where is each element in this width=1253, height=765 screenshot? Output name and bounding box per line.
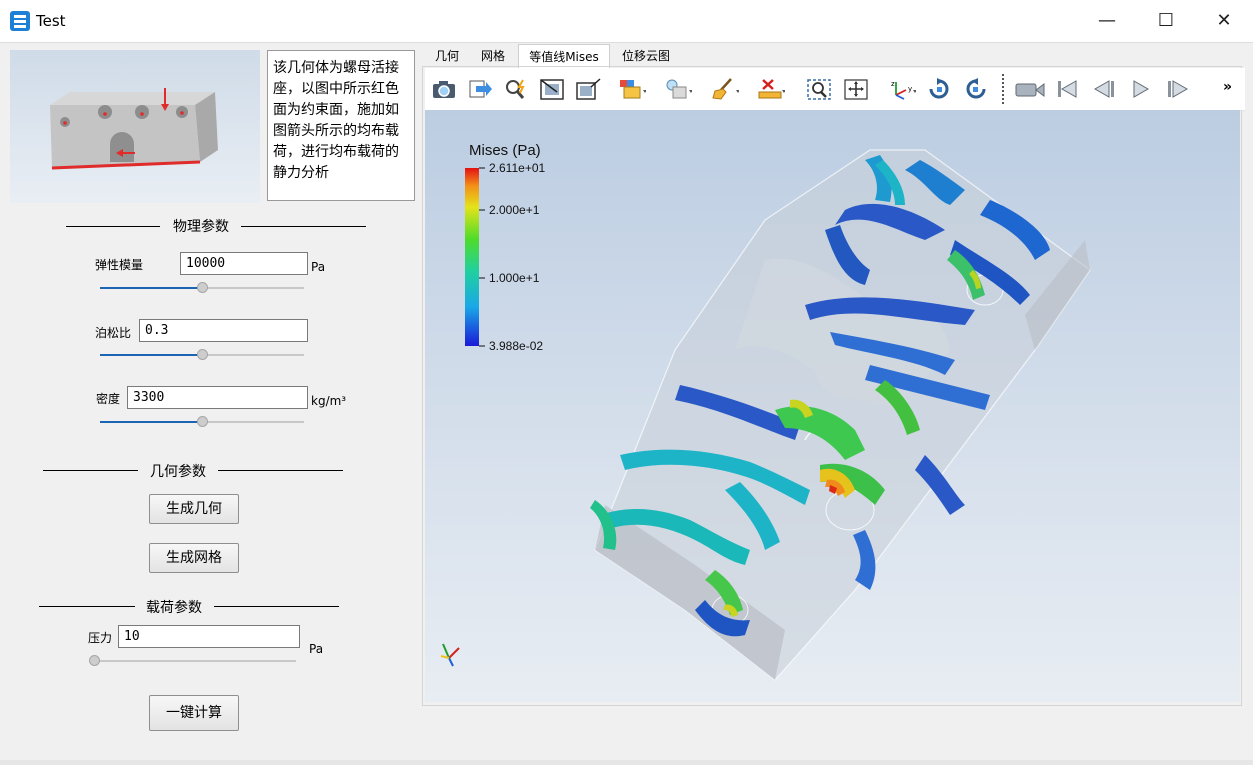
rotate-ccw-icon[interactable] (962, 76, 990, 102)
toolbar-separator (1002, 74, 1005, 104)
3d-viewport[interactable]: Mises (Pa) 2.611e+01 2.000e+1 1.000e+1 3… (425, 110, 1240, 702)
section-divider (218, 470, 343, 471)
zoom-fit-icon[interactable] (538, 76, 566, 102)
calculate-button[interactable]: 一键计算 (149, 695, 239, 731)
slider-handle[interactable] (197, 416, 208, 427)
first-frame-icon[interactable] (1053, 76, 1081, 102)
axes-icon[interactable]: zy (888, 76, 916, 102)
rotate-cw-icon[interactable] (925, 76, 953, 102)
section-divider (66, 226, 160, 227)
viewer-toolbar: zy » (425, 68, 1245, 111)
app-icon (10, 11, 30, 31)
svg-text:z: z (891, 80, 895, 88)
elastic-modulus-label: 弹性模量 (95, 258, 144, 272)
elastic-modulus-slider[interactable] (100, 282, 304, 293)
colorbar-max-label: 2.611e+01 (489, 161, 545, 175)
zoom-box-icon[interactable] (574, 76, 602, 102)
poisson-ratio-input[interactable]: 0.3 (139, 319, 308, 342)
load-section-title: 载荷参数 (146, 600, 202, 616)
orientation-axes-icon (440, 643, 460, 667)
elastic-modulus-unit: Pa (311, 260, 326, 274)
elastic-modulus-input[interactable]: 10000 (180, 252, 308, 275)
geometry-section-title: 几何参数 (150, 464, 206, 480)
geometry-preview-image (10, 50, 260, 203)
density-input[interactable]: 3300 (127, 386, 308, 409)
prev-frame-icon[interactable] (1090, 76, 1118, 102)
pressure-label: 压力 (88, 631, 113, 645)
close-button[interactable]: ✕ (1195, 0, 1253, 42)
video-icon[interactable] (1014, 76, 1046, 102)
tab-mesh[interactable]: 网格 (470, 44, 516, 68)
pan-icon[interactable] (842, 76, 870, 102)
light-icon[interactable] (664, 76, 692, 102)
slider-handle[interactable] (197, 349, 208, 360)
clear-icon[interactable] (711, 76, 739, 102)
export-icon[interactable] (466, 76, 494, 102)
section-divider (39, 606, 135, 607)
colorbar-gradient (465, 168, 479, 346)
colorbar-title: Mises (Pa) (469, 142, 541, 159)
svg-text:y: y (908, 85, 912, 93)
slider-handle[interactable] (89, 655, 100, 666)
title-bar: Test — ☐ ✕ (0, 0, 1253, 43)
tab-mises-contour[interactable]: 等值线Mises (518, 44, 610, 68)
next-frame-icon[interactable] (1127, 76, 1155, 102)
colorbar-min-label: 3.988e-02 (489, 339, 543, 353)
pressure-input[interactable]: 10 (118, 625, 300, 648)
display-mode-icon[interactable] (618, 76, 646, 102)
physics-section-title: 物理参数 (173, 219, 229, 235)
camera-icon[interactable] (430, 76, 458, 102)
section-divider (214, 606, 339, 607)
pressure-unit: Pa (309, 642, 324, 656)
section-divider (241, 226, 366, 227)
pick-icon[interactable] (502, 76, 530, 102)
pressure-slider[interactable] (89, 655, 296, 666)
generate-mesh-button[interactable]: 生成网格 (149, 543, 239, 573)
poisson-ratio-slider[interactable] (100, 349, 304, 360)
colorbar-tick-label: 2.000e+1 (489, 203, 540, 217)
section-divider (43, 470, 138, 471)
slider-handle[interactable] (197, 282, 208, 293)
tab-displacement[interactable]: 位移云图 (612, 44, 680, 68)
maximize-button[interactable]: ☐ (1137, 0, 1195, 42)
slider-fill (100, 354, 202, 356)
window-bottom-edge (0, 760, 1253, 765)
tab-geometry[interactable]: 几何 (425, 44, 469, 68)
density-slider[interactable] (100, 416, 304, 427)
last-frame-icon[interactable] (1164, 76, 1192, 102)
minimize-button[interactable]: — (1078, 0, 1136, 42)
density-label: 密度 (96, 392, 121, 406)
window-title: Test (36, 12, 66, 30)
measure-icon[interactable] (757, 76, 785, 102)
toolbar-overflow-icon[interactable]: » (1223, 79, 1232, 95)
poisson-ratio-label: 泊松比 (95, 326, 132, 340)
colorbar-tick-label: 1.000e+1 (489, 271, 540, 285)
density-unit: kg/m³ (311, 394, 347, 408)
description-text: 该几何体为螺母活接座，以图中所示红色面为约束面，施加如图箭头所示的均布载荷，进行… (267, 50, 415, 201)
slider-fill (100, 421, 202, 423)
zoom-select-icon[interactable] (805, 76, 833, 102)
slider-fill (100, 287, 202, 289)
stress-contour-render: Mises (Pa) 2.611e+01 2.000e+1 1.000e+1 3… (440, 142, 1091, 681)
generate-geometry-button[interactable]: 生成几何 (149, 494, 239, 524)
